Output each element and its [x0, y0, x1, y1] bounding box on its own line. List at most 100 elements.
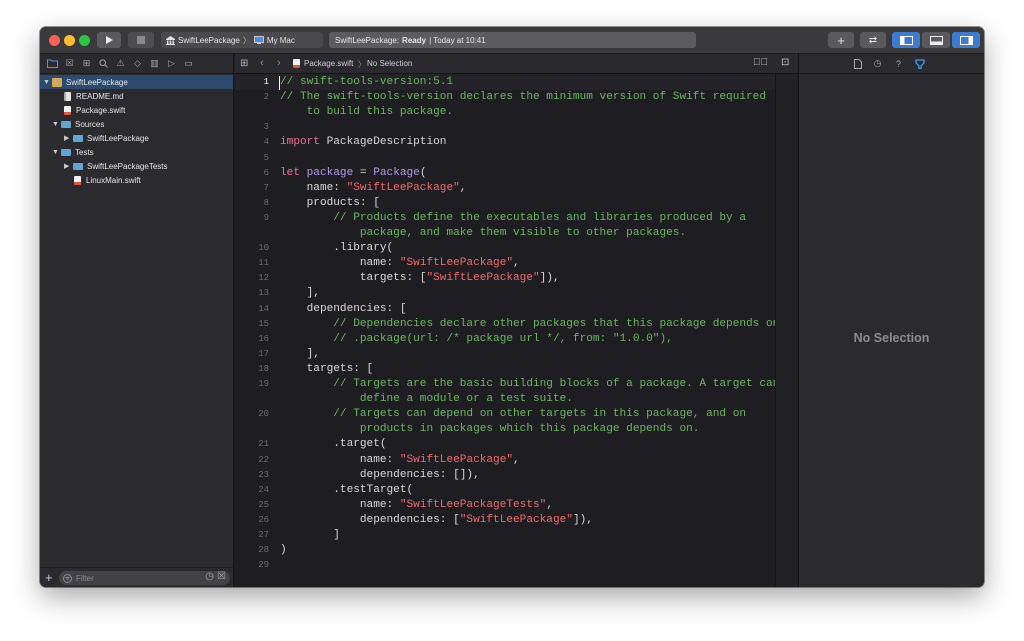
warning-icon[interactable]: ⚠	[112, 57, 129, 71]
line-number: 1	[263, 77, 269, 87]
line-number: 19	[258, 379, 269, 389]
play-icon	[106, 36, 113, 44]
line-number: 22	[258, 454, 269, 465]
file-inspector-icon[interactable]	[852, 58, 863, 69]
run-button[interactable]	[97, 32, 121, 48]
minimize-window-button[interactable]	[64, 35, 75, 46]
jump-bar-file[interactable]: Package.swift	[304, 59, 353, 68]
related-items-icon[interactable]: ⊞	[240, 58, 248, 69]
tree-item-linuxmain[interactable]: LinuxMain.swift	[74, 173, 141, 187]
package-icon	[166, 35, 175, 45]
editor-options-icon[interactable]: ≣⃞	[753, 57, 768, 68]
report-icon[interactable]: ▭	[180, 57, 197, 71]
line-number: 14	[258, 303, 269, 314]
code-line: name: "SwiftLeePackage",	[280, 181, 467, 194]
code-area[interactable]: 1 // swift-tools-version:5.1 2 // The swift…	[235, 74, 786, 587]
filter-field[interactable]: Filter ◷ ☒	[59, 571, 230, 585]
tree-item-label: SwiftLeePackage	[87, 133, 149, 143]
scheme-selector[interactable]: SwiftLeePackage 〉 My Mac	[161, 32, 323, 48]
inspector-panel: ◷ ? No Selection	[799, 54, 984, 587]
line-number: 4	[263, 137, 269, 148]
jump-bar-selection[interactable]: No Selection	[367, 59, 412, 68]
folder-icon[interactable]	[44, 57, 61, 71]
plus-icon: +	[837, 32, 845, 48]
zoom-window-button[interactable]	[79, 35, 90, 46]
filter-icon	[63, 573, 72, 583]
source-control-icon[interactable]: ☒	[61, 57, 78, 71]
help-icon[interactable]: ?	[893, 58, 904, 69]
forward-icon[interactable]: ›	[277, 57, 281, 69]
code-line: dependencies: ["SwiftLeePackage"]),	[280, 513, 593, 526]
tree-item-sources[interactable]: ▼ Sources	[52, 117, 104, 131]
toggle-debug-area-button[interactable]	[922, 32, 950, 48]
line-number: 12	[258, 273, 269, 284]
line-number: 5	[263, 152, 269, 163]
back-icon[interactable]: ‹	[260, 57, 264, 69]
code-line: import PackageDescription	[280, 136, 447, 149]
swift-file-icon	[64, 105, 71, 115]
code-review-button[interactable]: ⇄	[860, 32, 886, 48]
code-line: // swift-tools-version:5.1	[280, 76, 454, 88]
toggle-inspector-button[interactable]	[952, 32, 980, 48]
find-icon[interactable]	[95, 57, 112, 71]
text-caret	[279, 76, 280, 90]
tree-item-label: README.md	[76, 91, 124, 101]
line-number: 23	[258, 469, 269, 480]
add-icon[interactable]: +	[45, 570, 53, 585]
tree-item-label: SwiftLeePackageTests	[87, 161, 168, 171]
code-line: name: "SwiftLeePackage",	[280, 453, 520, 466]
inspector-tabs: ◷ ?	[799, 54, 984, 74]
minimap[interactable]	[775, 74, 798, 587]
swift-file-icon	[293, 59, 300, 68]
folder-icon	[73, 134, 83, 142]
line-number: 2	[263, 92, 269, 103]
tree-item-sources-package[interactable]: ▶ SwiftLeePackage	[64, 131, 149, 145]
line-number: 3	[263, 122, 269, 133]
recent-files-icon[interactable]: ◷	[205, 571, 214, 582]
code-line: targets: [	[280, 362, 374, 375]
stop-button[interactable]	[128, 32, 154, 48]
code-line: ]	[280, 529, 340, 541]
test-icon[interactable]: ◇	[129, 57, 146, 71]
line-number: 25	[258, 499, 269, 510]
tree-item-label: Sources	[75, 119, 105, 129]
tree-item-label: Package.swift	[76, 105, 126, 115]
code-line: // Targets are the basic building blocks…	[280, 378, 780, 390]
line-number: 20	[258, 409, 269, 420]
tree-item-package-swift[interactable]: Package.swift	[64, 103, 125, 117]
xcode-window: SwiftLeePackage 〉 My Mac SwiftLeePackage…	[40, 27, 984, 587]
history-icon[interactable]: ◷	[872, 58, 883, 69]
code-line: )	[280, 544, 287, 557]
tree-item-tests-package[interactable]: ▶ SwiftLeePackageTests	[64, 159, 168, 173]
disclosure-open-icon: ▼	[43, 78, 50, 86]
chevron-right-icon: 〉	[358, 60, 366, 69]
tree-item-project[interactable]: ▼ SwiftLeePackage	[40, 75, 233, 89]
navigator-panel-icon	[899, 35, 913, 45]
line-number: 27	[258, 530, 269, 540]
code-line: // .package(url: /* package url */, from…	[280, 332, 673, 345]
code-line: products in packages which this package …	[280, 423, 700, 436]
tree-item-label: Tests	[75, 147, 94, 157]
status-time: | Today at 10:41	[429, 35, 486, 45]
attributes-icon[interactable]	[914, 58, 925, 69]
line-number: 11	[258, 258, 269, 269]
add-editor-icon[interactable]: ⊡	[781, 57, 789, 68]
code-line: ],	[280, 347, 320, 360]
code-line: // Targets can depend on other targets i…	[280, 408, 747, 421]
breakpoint-icon[interactable]: ▷	[163, 57, 180, 71]
symbol-icon[interactable]: ⊞	[78, 57, 95, 71]
code-line: // Products define the executables and l…	[280, 211, 747, 224]
library-button[interactable]: +	[828, 32, 854, 48]
toggle-navigator-button[interactable]	[892, 32, 920, 48]
code-line: // Dependencies declare other packages t…	[280, 317, 786, 330]
code-line: .target(	[280, 438, 387, 451]
tree-item-readme[interactable]: README.md	[64, 89, 124, 103]
jump-bar: ⊞ ‹ › Package.swift 〉 No Selection ≣⃞ ⊡	[235, 54, 798, 74]
navigator-selector-bar: ☒ ⊞ ⚠ ◇ ▥ ▷ ▭	[40, 54, 233, 74]
close-window-button[interactable]	[49, 35, 60, 46]
source-control-filter-icon[interactable]: ☒	[217, 571, 226, 582]
debug-icon[interactable]: ▥	[146, 57, 163, 71]
line-number: 15	[258, 318, 269, 329]
tree-item-tests[interactable]: ▼ Tests	[52, 145, 94, 159]
code-line: name: "SwiftLeePackageTests",	[280, 498, 553, 511]
